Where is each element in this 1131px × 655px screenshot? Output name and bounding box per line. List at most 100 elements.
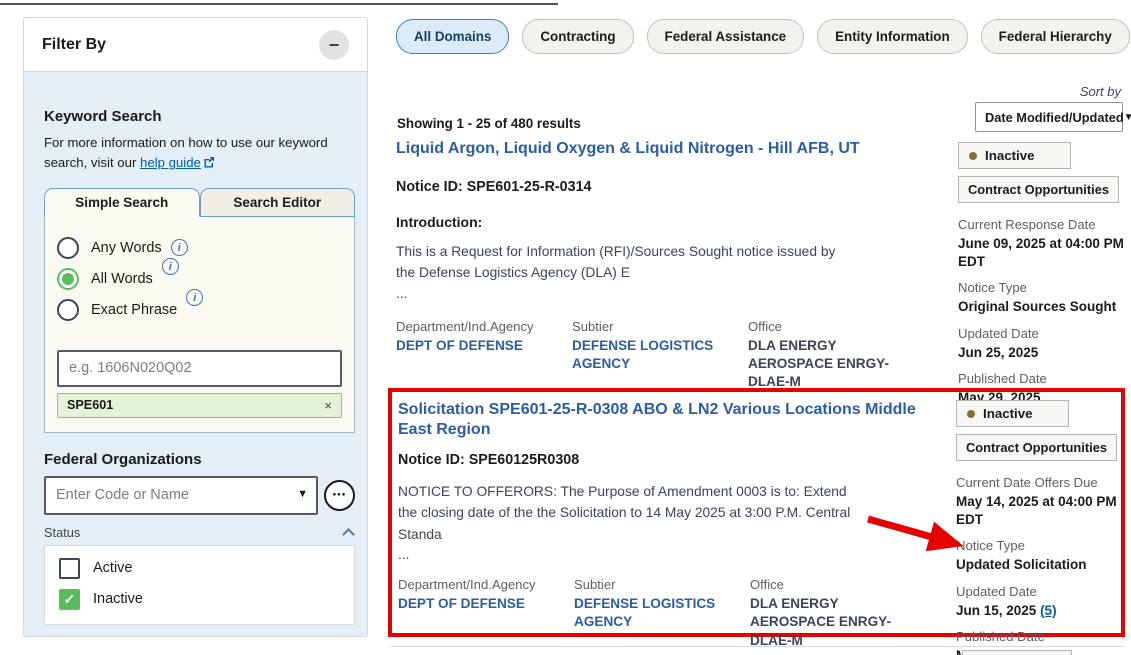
- status-heading: Status: [44, 525, 80, 540]
- federal-organizations-heading: Federal Organizations: [44, 451, 355, 468]
- domain-tab-federal-hierarchy[interactable]: Federal Hierarchy: [981, 19, 1130, 54]
- domain-tabs: All Domains Contracting Federal Assistan…: [396, 19, 1131, 54]
- subtier-column: Subtier DEFENSE LOGISTICS AGENCY: [574, 577, 750, 650]
- detail-value: Jun 25, 2025: [958, 344, 1124, 362]
- federal-organizations-row: ▼ ●●●: [44, 476, 355, 515]
- domain-tab-label: Federal Hierarchy: [999, 29, 1112, 44]
- subtier-link[interactable]: DEFENSE LOGISTICS AGENCY: [572, 337, 737, 374]
- domain-tab-entity-information[interactable]: Entity Information: [817, 19, 968, 54]
- detail-value: June 09, 2025 at 04:00 PM EDT: [958, 235, 1124, 270]
- collapse-filters-button[interactable]: −: [319, 30, 349, 60]
- domain-tab-label: Contracting: [540, 29, 615, 44]
- department-column: Department/Ind.Agency DEPT OF DEFENSE: [396, 319, 572, 392]
- inactive-status-dot: [967, 410, 975, 418]
- domain-tab-label: Federal Assistance: [665, 29, 787, 44]
- department-link[interactable]: DEPT OF DEFENSE: [398, 595, 563, 613]
- record-type-tag: Contract Opportunities: [958, 176, 1119, 203]
- detail-offers-due: Current Date Offers Due May 14, 2025 at …: [956, 474, 1122, 528]
- federal-organizations-input[interactable]: [44, 476, 318, 515]
- filter-by-title: Filter By: [42, 36, 106, 54]
- tab-simple-search-label: Simple Search: [75, 195, 168, 210]
- status-option-active: Active: [59, 558, 340, 579]
- domain-tab-contracting[interactable]: Contracting: [522, 19, 633, 54]
- status-option-inactive: ✓ Inactive: [59, 589, 340, 610]
- filter-panel-body: Keyword Search For more information on h…: [24, 72, 367, 637]
- detail-value: Jun 15, 2025 (5): [956, 602, 1122, 620]
- keyword-search-help-text: For more information on how to use our k…: [44, 133, 355, 174]
- detail-value-text: Jun 15, 2025: [956, 603, 1040, 618]
- external-link-icon: [203, 156, 215, 168]
- domain-tab-federal-assistance[interactable]: Federal Assistance: [647, 19, 805, 54]
- status-badge: Inactive: [956, 400, 1069, 427]
- exact-phrase-radio[interactable]: [57, 299, 79, 321]
- chevron-up-icon[interactable]: [342, 528, 355, 541]
- subtier-label: Subtier: [572, 319, 748, 334]
- keyword-search-heading: Keyword Search: [44, 108, 355, 125]
- detail-label: Notice Type: [956, 537, 1122, 554]
- info-icon[interactable]: i: [162, 258, 179, 275]
- office-value: DLA ENERGY AEROSPACE ENRGY-DLAE-M: [748, 337, 913, 392]
- office-column: Office DLA ENERGY AEROSPACE ENRGY-DLAE-M: [748, 319, 948, 392]
- detail-response-date: Current Response Date June 09, 2025 at 0…: [958, 216, 1124, 270]
- info-icon[interactable]: i: [186, 289, 203, 306]
- office-value: DLA ENERGY AEROSPACE ENRGY-DLAE-M: [750, 595, 915, 650]
- minus-icon: −: [329, 36, 340, 54]
- chevron-down-icon: ▼: [1124, 112, 1131, 123]
- tab-simple-search[interactable]: Simple Search: [44, 188, 200, 217]
- result-description: NOTICE TO OFFERORS: The Purpose of Amend…: [398, 481, 856, 545]
- office-column: Office DLA ENERGY AEROSPACE ENRGY-DLAE-M: [750, 577, 950, 650]
- results-divider: [391, 646, 1124, 647]
- next-result-badge-partial: [962, 650, 1072, 655]
- radio-row-exact-phrase: Exact Phrase i: [57, 299, 342, 321]
- result-title-link[interactable]: Liquid Argon, Liquid Oxygen & Liquid Nit…: [396, 139, 860, 159]
- department-link[interactable]: DEPT OF DEFENSE: [396, 337, 561, 355]
- help-guide-link-label: help guide: [140, 155, 201, 170]
- detail-updated-date: Updated Date Jun 25, 2025: [958, 325, 1124, 362]
- inactive-checkbox-label: Inactive: [93, 591, 143, 607]
- subtier-link[interactable]: DEFENSE LOGISTICS AGENCY: [574, 595, 739, 632]
- active-checkbox[interactable]: [59, 558, 80, 579]
- sort-by-label: Sort by: [1080, 84, 1121, 99]
- detail-label: Updated Date: [956, 583, 1122, 600]
- status-badge: Inactive: [958, 142, 1071, 169]
- radio-row-any-words: Any Words i: [57, 237, 342, 259]
- office-label: Office: [750, 577, 950, 592]
- remove-tag-icon[interactable]: ×: [324, 398, 332, 413]
- updated-count-link[interactable]: (5): [1040, 603, 1057, 618]
- detail-label: Published Date: [956, 628, 1122, 645]
- more-options-button[interactable]: ●●●: [324, 480, 355, 511]
- result-item: Liquid Argon, Liquid Oxygen & Liquid Nit…: [396, 139, 1123, 392]
- sort-dropdown[interactable]: Date Modified/Updated ▼: [975, 102, 1123, 132]
- sort-dropdown-value: Date Modified/Updated: [985, 110, 1124, 125]
- keyword-search-tabs: Simple Search Search Editor: [44, 188, 355, 217]
- results-area: All Domains Contracting Federal Assistan…: [396, 0, 1123, 655]
- office-label: Office: [748, 319, 948, 334]
- domain-tab-all-domains[interactable]: All Domains: [396, 19, 509, 54]
- all-words-radio[interactable]: [57, 268, 79, 290]
- detail-label: Current Response Date: [958, 216, 1124, 233]
- results-count: Showing 1 - 25 of 480 results: [397, 116, 581, 131]
- inactive-checkbox[interactable]: ✓: [59, 589, 80, 610]
- department-column: Department/Ind.Agency DEPT OF DEFENSE: [398, 577, 574, 650]
- result-meta-rail: Inactive Contract Opportunities Current …: [956, 400, 1122, 655]
- search-results-page: Filter By − Keyword Search For more info…: [0, 0, 1131, 655]
- detail-value: May 14, 2025 at 04:00 PM EDT: [956, 493, 1122, 528]
- detail-label: Updated Date: [958, 325, 1124, 342]
- ellipsis-icon: ●●●: [333, 492, 347, 498]
- detail-notice-type: Notice Type Original Sources Sought: [958, 279, 1124, 316]
- info-icon[interactable]: i: [171, 239, 188, 256]
- result-title-link[interactable]: Solicitation SPE601-25-R-0308 ABO & LN2 …: [398, 400, 938, 440]
- any-words-radio[interactable]: [57, 237, 79, 259]
- detail-label: Published Date: [958, 370, 1124, 387]
- status-badge-label: Inactive: [983, 406, 1033, 421]
- domain-tab-label: Entity Information: [835, 29, 950, 44]
- subtier-column: Subtier DEFENSE LOGISTICS AGENCY: [572, 319, 748, 392]
- status-filter-box: Active ✓ Inactive: [44, 545, 355, 625]
- keyword-tag: SPE601 ×: [57, 393, 342, 418]
- help-guide-link[interactable]: help guide: [140, 155, 215, 170]
- domain-tab-label: All Domains: [414, 29, 491, 44]
- keyword-input[interactable]: [57, 350, 342, 387]
- result-description: This is a Request for Information (RFI)/…: [396, 241, 854, 284]
- federal-organizations-combo: ▼: [44, 476, 318, 515]
- tab-search-editor[interactable]: Search Editor: [200, 188, 356, 217]
